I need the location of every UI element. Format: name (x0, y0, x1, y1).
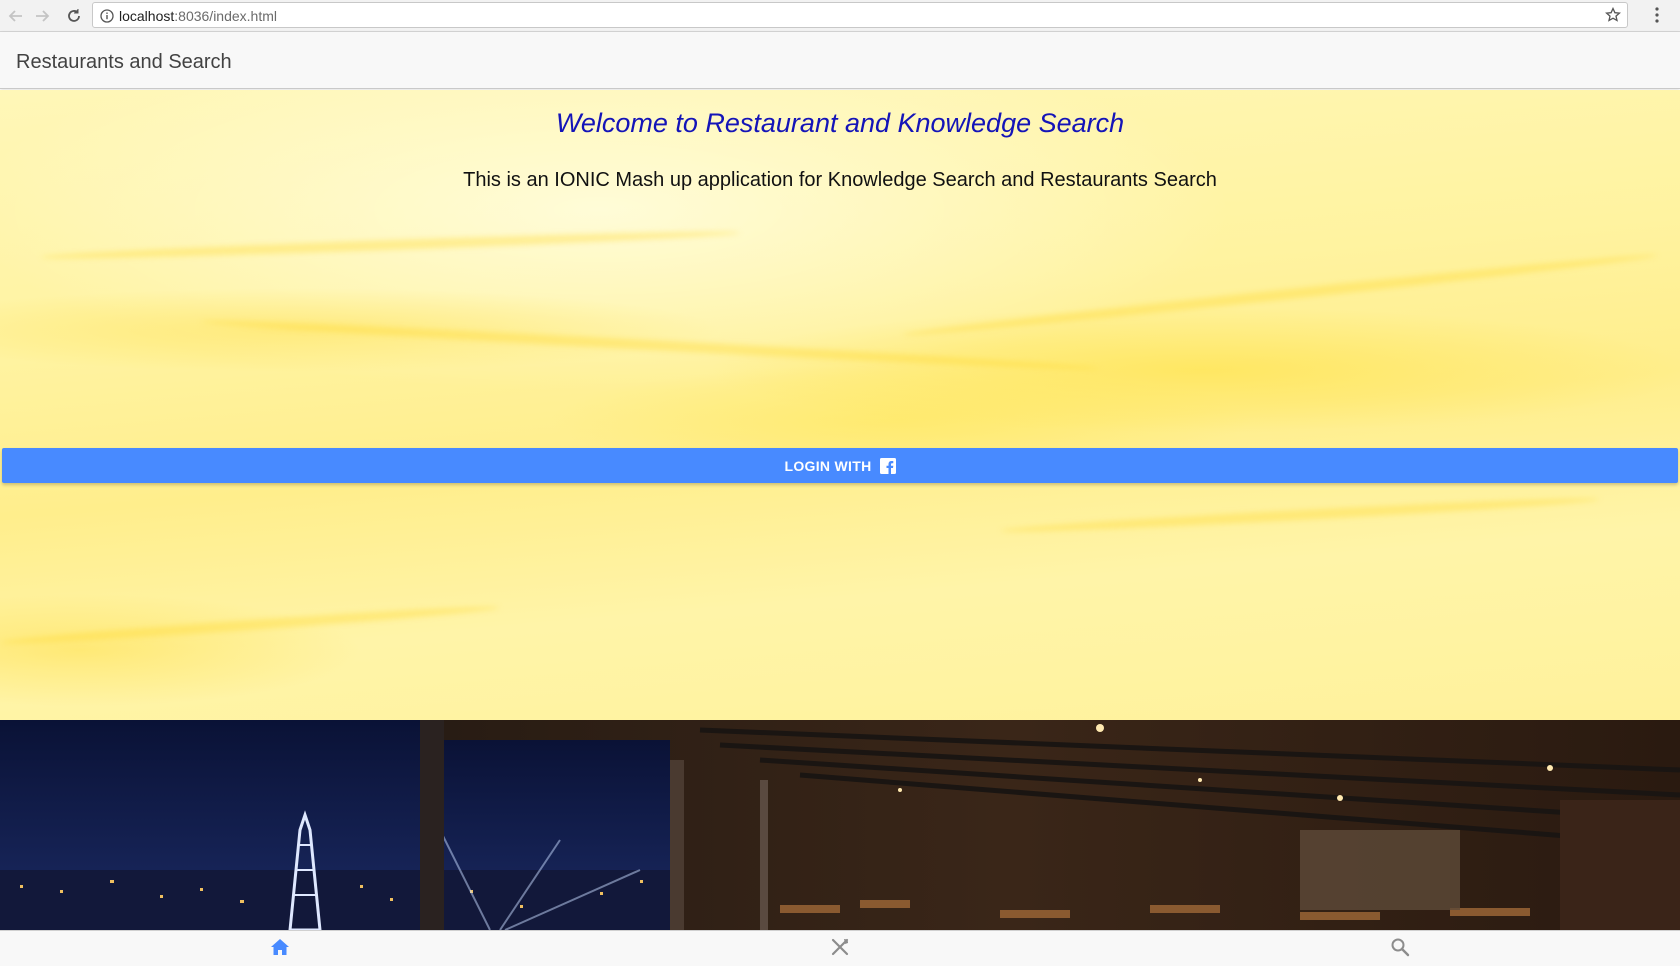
home-icon (270, 938, 290, 961)
kebab-menu-icon[interactable] (1654, 6, 1660, 29)
search-icon (1390, 937, 1410, 962)
tab-search[interactable] (1120, 931, 1680, 967)
background-streak (40, 227, 740, 263)
url-path: :8036/index.html (174, 8, 277, 24)
forward-arrow-icon[interactable] (30, 4, 54, 28)
info-icon[interactable] (100, 9, 114, 28)
background-streak (0, 602, 500, 648)
background-streak (1000, 494, 1600, 536)
tab-bar (0, 930, 1680, 966)
fork-knife-icon (830, 937, 850, 962)
login-button-label: LOGIN WITH (784, 457, 872, 474)
app-header: Restaurants and Search (0, 32, 1680, 89)
welcome-heading: Welcome to Restaurant and Knowledge Sear… (555, 108, 1125, 138)
tab-restaurants[interactable] (560, 931, 1120, 967)
app-description: This is an IONIC Mash up application for… (463, 169, 1217, 191)
address-bar[interactable]: localhost:8036/index.html (92, 2, 1628, 28)
reload-icon[interactable] (62, 4, 86, 28)
facebook-icon (879, 457, 896, 474)
login-with-facebook-button[interactable]: LOGIN WITH (2, 448, 1678, 483)
browser-toolbar: localhost:8036/index.html (0, 0, 1680, 32)
home-content: Welcome to Restaurant and Knowledge Sear… (0, 90, 1680, 720)
tab-home[interactable] (0, 931, 560, 967)
back-arrow-icon[interactable] (4, 4, 28, 28)
page-title: Restaurants and Search (16, 51, 232, 73)
background-streak (901, 250, 1659, 340)
star-icon[interactable] (1605, 6, 1621, 28)
url-host: localhost (119, 8, 175, 24)
restaurant-image (0, 720, 1680, 930)
url-text: localhost:8036/index.html (119, 8, 277, 24)
